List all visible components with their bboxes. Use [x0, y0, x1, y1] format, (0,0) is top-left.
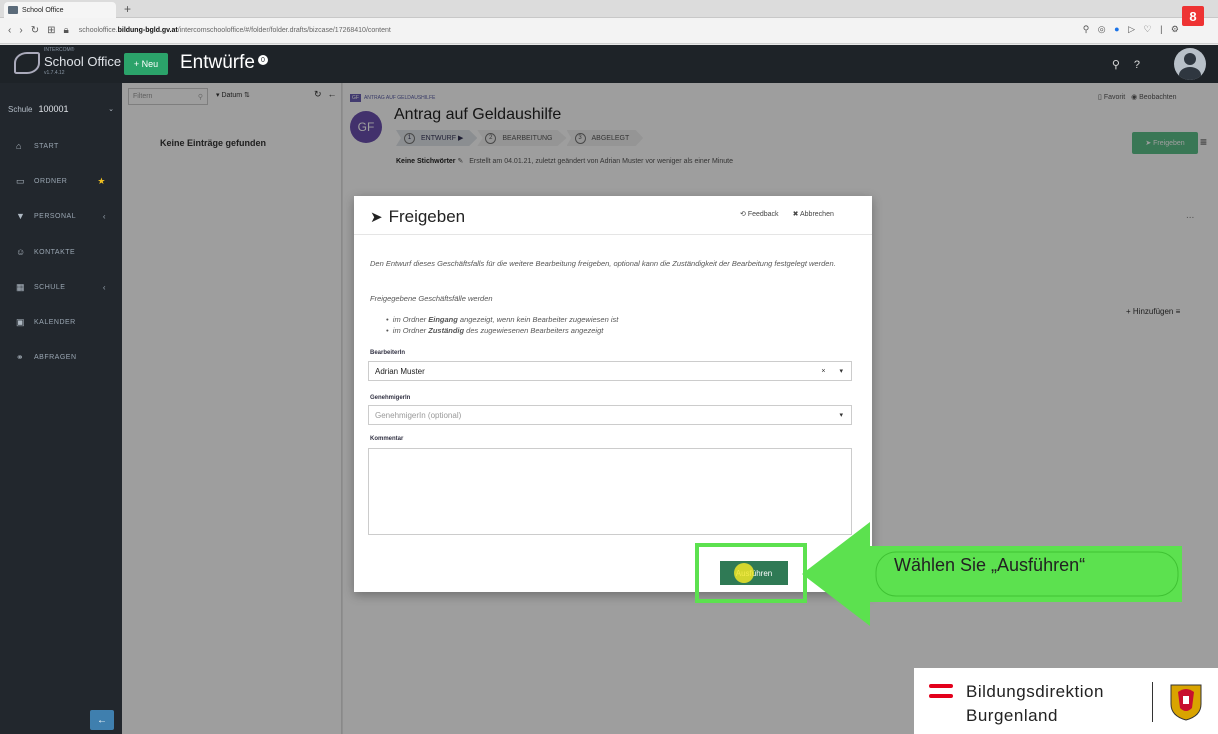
sidebar-item-schule[interactable]: ▦ Schule ‹: [0, 273, 122, 301]
dialog-title: ➤ Freigeben: [370, 207, 466, 226]
sidebar-item-personal[interactable]: ▼ Personal ‹: [0, 202, 122, 230]
app-logo-icon: [14, 52, 40, 74]
sidebar-item-kontakte[interactable]: ☺ Kontakte: [0, 238, 122, 266]
step-number-badge: 8: [1182, 6, 1204, 26]
assignee-select[interactable]: Adrian Muster × ▾: [368, 361, 852, 381]
callout-text: Wählen Sie „Ausführen“: [894, 555, 1086, 575]
dialog-sub: Freigegebene Geschäftsfälle werden: [370, 294, 493, 303]
clear-icon[interactable]: ×: [821, 368, 825, 375]
app-version: v1.7.4.12: [44, 70, 65, 76]
graduation-icon: ▼: [16, 211, 26, 221]
star-icon: ★: [97, 175, 106, 186]
back-icon[interactable]: ‹: [8, 25, 11, 36]
comment-label: Kommentar: [370, 436, 404, 442]
sidebar-item-start[interactable]: ⌂ Start: [0, 132, 122, 160]
feedback-link[interactable]: ⟲ Feedback: [740, 210, 779, 218]
list-item: • im Ordner Eingang angezeigt, wenn kein…: [386, 315, 619, 324]
sidebar-item-abfragen[interactable]: ⚭ Abfragen: [0, 343, 122, 371]
dialog-divider: [354, 234, 872, 235]
search-icon[interactable]: ⚲: [1112, 59, 1134, 71]
address-bar[interactable]: ‹ › ↻ ⊞ 🔒︎ schooloffice.bildung-bgld.gv.…: [0, 18, 1218, 44]
new-tab-button[interactable]: +: [124, 2, 131, 16]
approver-select[interactable]: GenehmigerIn (optional) ▾: [368, 405, 852, 425]
sidebar-collapse-button[interactable]: ←: [90, 710, 114, 730]
browser-extension-icons[interactable]: ⚲ ◎ ● ▷ ♡ | ⚙: [1083, 24, 1182, 35]
comment-field[interactable]: [368, 448, 852, 535]
reload-icon[interactable]: ↻: [31, 25, 39, 36]
button-highlight-frame: [695, 543, 807, 603]
calendar-icon: ▣: [16, 316, 26, 327]
browser-tabbar: [0, 0, 1218, 18]
assignee-label: BearbeiterIn: [370, 350, 406, 356]
school-value: 100001: [38, 104, 69, 114]
logo-line1: Bildungsdirektion: [966, 682, 1104, 701]
chevron-left-icon: ‹: [102, 282, 106, 292]
dialog-list: • im Ordner Eingang angezeigt, wenn kein…: [386, 314, 618, 336]
chevron-down-icon: ⌄: [108, 106, 114, 113]
apps-icon[interactable]: ⊞: [47, 25, 55, 36]
page-title: Entwürfe: [180, 52, 255, 73]
lock-icon: 🔒︎: [63, 25, 69, 36]
user-avatar[interactable]: [1174, 48, 1206, 80]
home-icon: ⌂: [16, 141, 22, 151]
logo-line2: Burgenland: [966, 706, 1058, 725]
drafts-count-badge: 0: [258, 55, 268, 65]
arrow-left-icon: ←: [97, 714, 107, 726]
binoculars-icon: ⚭: [16, 351, 25, 362]
browser-tab[interactable]: School Office: [4, 2, 116, 18]
caret-down-icon[interactable]: ▾: [839, 411, 843, 419]
chevron-left-icon: ‹: [102, 211, 106, 221]
approver-label: GenehmigerIn: [370, 395, 411, 401]
list-item: • im Ordner Zuständig des zugewiesenen B…: [386, 326, 604, 335]
brand-company: INTERCOM®: [44, 47, 75, 53]
dialog-intro: Den Entwurf dieses Geschäftsfalls für di…: [370, 259, 836, 268]
cancel-link[interactable]: ✖ Abbrechen: [793, 210, 834, 218]
url-text[interactable]: schooloffice.bildung-bgld.gv.at/intercom…: [79, 27, 391, 34]
favicon-icon: [8, 6, 18, 14]
send-icon: ➤: [370, 209, 383, 226]
building-icon: ▦: [16, 281, 26, 292]
school-selector[interactable]: Schule 100001 ⌄: [0, 96, 122, 122]
new-button[interactable]: + Neu: [124, 53, 168, 75]
caret-down-icon[interactable]: ▾: [839, 367, 843, 375]
logo-divider: [1152, 682, 1153, 722]
coat-of-arms-icon: [1170, 684, 1202, 721]
header-actions: ⚲?: [1112, 58, 1154, 71]
forward-icon[interactable]: ›: [19, 25, 22, 36]
dialog-header-links: ⟲ Feedback ✖ Abbrechen: [740, 210, 834, 218]
brand-name: School Office: [44, 54, 122, 69]
help-icon[interactable]: ?: [1134, 59, 1154, 71]
contacts-icon: ☺: [16, 247, 26, 257]
sidebar-item-kalender[interactable]: ▣ Kalender: [0, 308, 122, 336]
austria-flag-icon: [929, 684, 953, 698]
tab-title: School Office: [22, 6, 64, 14]
school-label: Schule: [8, 104, 33, 114]
sidebar-item-ordner[interactable]: ▭ Ordner ★: [0, 167, 122, 195]
folder-icon: ▭: [16, 175, 26, 186]
